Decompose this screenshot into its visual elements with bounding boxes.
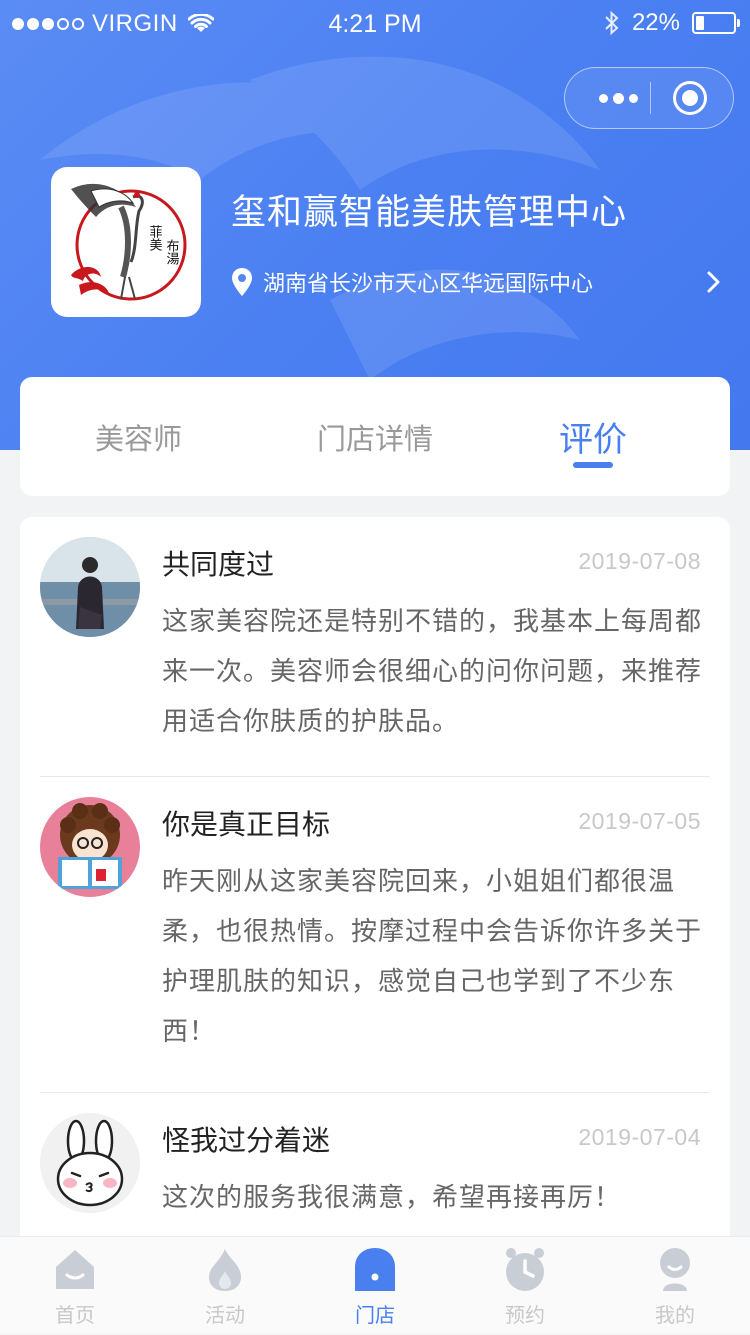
battery-fill <box>696 16 704 30</box>
reviewer-name: 你是真正目标 <box>162 808 331 841</box>
miniprogram-capsule <box>564 67 734 129</box>
nav-booking[interactable]: 预约 <box>450 1237 600 1335</box>
tab-reviews[interactable]: 评价 <box>493 377 693 496</box>
reviewer-name: 怪我过分着迷 <box>162 1124 331 1157</box>
capsule-divider <box>650 82 651 114</box>
review-date: 2019-07-08 <box>578 548 701 574</box>
nav-label: 活动 <box>205 1303 245 1327</box>
store-address-link[interactable]: 湖南省长沙市天心区华远国际中心 <box>231 264 721 300</box>
chevron-right-icon <box>691 271 721 293</box>
reviews-list: 共同度过 2019-07-08 这家美容院还是特别不错的，我基本上每周都来一次。… <box>20 517 730 1277</box>
more-options-button[interactable] <box>587 68 649 128</box>
nav-label: 我的 <box>655 1303 695 1327</box>
bottom-tab-bar: 首页 活动 门店 预约 我的 <box>0 1236 750 1334</box>
review-date: 2019-07-04 <box>578 1124 701 1150</box>
active-tab-indicator <box>573 462 613 468</box>
photo-avatar <box>40 537 140 637</box>
battery-percent: 22% <box>631 9 680 36</box>
nav-activities[interactable]: 活动 <box>150 1237 300 1335</box>
status-right: 22% <box>604 9 740 37</box>
tab-beautician[interactable]: 美容师 <box>20 377 257 496</box>
store-icon <box>355 1248 395 1291</box>
nav-store[interactable]: 门店 <box>300 1237 450 1335</box>
flame-icon <box>209 1249 241 1291</box>
review-content: 这家美容院还是特别不错的，我基本上每周都来一次。美容师会很细心的问你问题，来推荐… <box>162 607 703 737</box>
clock-icon <box>506 1248 544 1291</box>
crane-logo-icon: 菲美 布湯 <box>71 183 187 301</box>
home-icon <box>56 1250 94 1289</box>
status-bar: VIRGIN 4:21 PM 22% <box>0 0 750 50</box>
tab-label: 美容师 <box>94 421 182 456</box>
nav-profile[interactable]: 我的 <box>600 1237 750 1335</box>
store-address-text: 湖南省长沙市天心区华远国际中心 <box>263 272 594 297</box>
store-logo: 菲美 布湯 <box>51 167 201 317</box>
tab-store-details[interactable]: 门店详情 <box>257 377 493 496</box>
reviewer-name: 共同度过 <box>162 548 275 581</box>
review-date: 2019-07-05 <box>578 808 701 834</box>
location-pin-icon <box>232 268 252 296</box>
user-icon <box>660 1248 690 1291</box>
svg-text:菲美: 菲美 <box>147 225 163 251</box>
close-miniprogram-button[interactable] <box>673 81 707 115</box>
nav-home[interactable]: 首页 <box>0 1237 150 1335</box>
nav-label: 预约 <box>505 1303 545 1327</box>
nav-label: 首页 <box>55 1303 95 1327</box>
review-content: 这次的服务我很满意，希望再接再厉！ <box>162 1183 622 1213</box>
tabs-card: 美容师 门店详情 评价 <box>20 377 730 496</box>
tab-label: 评价 <box>559 420 627 460</box>
reading-girl-avatar <box>40 797 140 897</box>
bluetooth-icon <box>605 10 619 36</box>
store-name: 玺和赢智能美肤管理中心 <box>231 193 628 233</box>
review-item: 你是真正目标 2019-07-05 昨天刚从这家美容院回来，小姐姐们都很温柔，也… <box>20 777 730 1093</box>
review-item: 共同度过 2019-07-08 这家美容院还是特别不错的，我基本上每周都来一次。… <box>20 517 730 777</box>
tab-label: 门店详情 <box>316 421 433 456</box>
review-content: 昨天刚从这家美容院回来，小姐姐们都很温柔，也很热情。按摩过程中会告诉你许多关于护… <box>162 867 703 1047</box>
rabbit-avatar <box>40 1113 140 1213</box>
svg-text:布湯: 布湯 <box>164 239 180 265</box>
battery-icon <box>692 12 740 34</box>
nav-label: 门店 <box>355 1303 395 1327</box>
